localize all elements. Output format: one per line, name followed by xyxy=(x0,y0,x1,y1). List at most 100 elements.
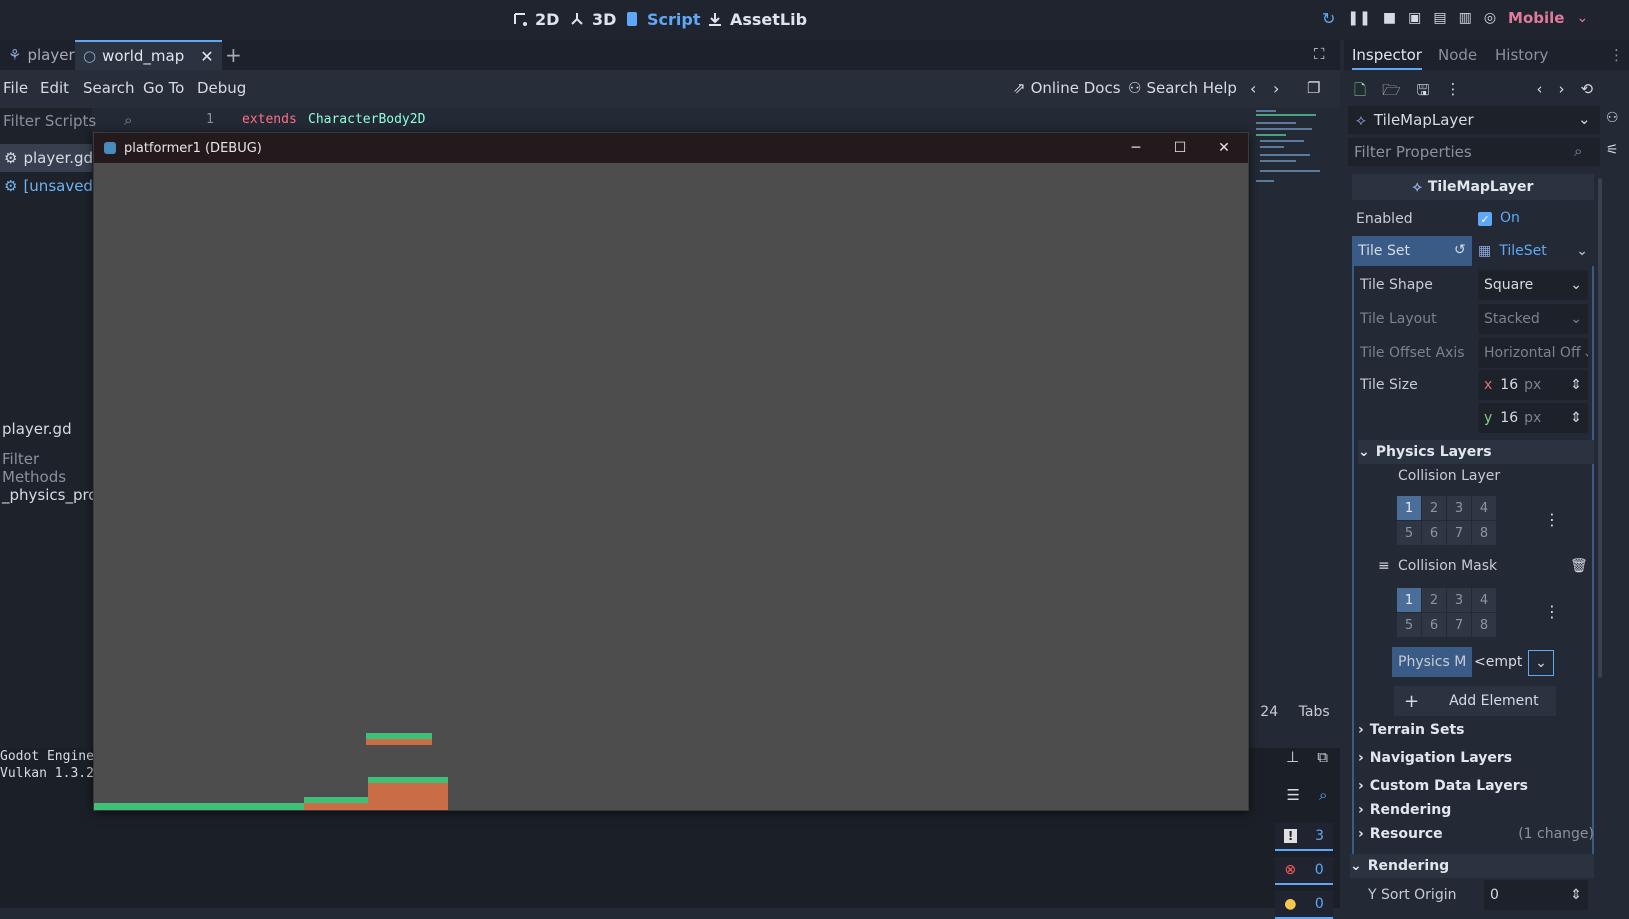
tab-2d[interactable]: 2D xyxy=(510,8,559,30)
menu-debug[interactable]: Debug xyxy=(197,79,246,97)
script-item-unsaved[interactable]: ⚙ [unsaved](*) xyxy=(0,172,92,200)
chevron-down-icon[interactable]: ⌄ xyxy=(1528,650,1554,676)
tab-inspector[interactable]: Inspector xyxy=(1352,46,1422,70)
minimize-button[interactable]: ─ xyxy=(1114,133,1158,163)
pin-icon[interactable]: ⊥ xyxy=(1286,748,1299,772)
tab-script[interactable]: Script xyxy=(622,8,700,30)
distraction-free-icon[interactable]: ⛶ xyxy=(1314,45,1325,63)
game-debug-window[interactable]: platformer1 (DEBUG) ─ ☐ ✕ xyxy=(93,132,1249,811)
tile-size-x-input[interactable]: x 16 px ⇕ xyxy=(1478,370,1588,400)
property-tileset[interactable]: Tile Set ↺ ▦ TileSet ⌄ xyxy=(1352,236,1594,266)
drag-handle-icon[interactable]: ≡ xyxy=(1378,558,1390,574)
tileset-rendering-section[interactable]: › Rendering xyxy=(1358,802,1451,818)
debug-window-titlebar[interactable]: platformer1 (DEBUG) ─ ☐ ✕ xyxy=(94,133,1248,163)
new-resource-icon[interactable]: 🗋 xyxy=(1354,80,1366,100)
close-icon[interactable]: ✕ xyxy=(200,47,213,66)
float-window-icon[interactable]: ❐ xyxy=(1307,79,1320,97)
menu-edit[interactable]: Edit xyxy=(40,79,69,97)
more-icon[interactable]: ⋮ xyxy=(1445,80,1460,100)
tab-player[interactable]: ⚘ player xyxy=(0,40,83,70)
layer-bit-4[interactable]: 4 xyxy=(1472,496,1496,520)
property-settings-icon[interactable]: ⚟ xyxy=(1606,142,1619,158)
code-editor[interactable]: 1 extends CharacterBody2D xyxy=(148,108,1340,128)
layer-bit-7[interactable]: 7 xyxy=(1447,521,1471,545)
tab-history[interactable]: History xyxy=(1495,46,1548,64)
more-icon[interactable]: ⋮ xyxy=(1544,510,1560,529)
custom-data-layers-section[interactable]: › Custom Data Layers xyxy=(1358,778,1528,794)
search-icon[interactable]: ⌕ xyxy=(1319,786,1327,810)
tile-layout-select[interactable]: Stacked ⌄ xyxy=(1478,304,1588,334)
tab-3d[interactable]: 3D xyxy=(567,8,616,30)
play-custom-icon[interactable]: ▥ xyxy=(1459,10,1472,26)
filter-list-icon[interactable]: ☰ xyxy=(1287,786,1300,810)
mask-bit-6[interactable]: 6 xyxy=(1422,613,1446,637)
tile-size-y-input[interactable]: y 16 px ⇕ xyxy=(1478,403,1588,433)
physics-material-value[interactable]: <empt xyxy=(1474,647,1528,677)
layer-bit-2[interactable]: 2 xyxy=(1422,496,1446,520)
layer-bit-1[interactable]: 1 xyxy=(1397,496,1421,520)
maximize-button[interactable]: ☐ xyxy=(1158,133,1202,163)
mask-bit-1[interactable]: 1 xyxy=(1397,588,1421,612)
revert-icon[interactable]: ↺ xyxy=(1454,242,1466,258)
trash-icon[interactable]: 🗑 xyxy=(1570,558,1588,574)
history-back-icon[interactable]: ‹ xyxy=(1250,79,1256,98)
movie-icon[interactable]: ◎ xyxy=(1484,10,1496,26)
mask-bit-4[interactable]: 4 xyxy=(1472,588,1496,612)
back-icon[interactable]: ‹ xyxy=(1536,80,1542,100)
tab-assetlib[interactable]: AssetLib xyxy=(705,8,807,30)
mask-bit-8[interactable]: 8 xyxy=(1472,613,1496,637)
mask-bit-2[interactable]: 2 xyxy=(1422,588,1446,612)
forward-icon[interactable]: › xyxy=(1558,80,1564,100)
add-tab-icon[interactable]: + xyxy=(225,43,242,67)
indent-mode[interactable]: Tabs xyxy=(1299,704,1330,720)
reload-icon[interactable]: ↻ xyxy=(1322,9,1335,28)
menu-goto[interactable]: Go To xyxy=(143,79,184,97)
renderer-select[interactable]: Mobile xyxy=(1508,9,1564,27)
enabled-checkbox[interactable]: ✓ xyxy=(1478,212,1492,226)
tab-node[interactable]: Node xyxy=(1438,46,1477,64)
filter-scripts-input[interactable]: Filter Scripts ⌕ xyxy=(0,108,148,134)
save-icon[interactable]: 🖫 xyxy=(1417,80,1430,100)
menu-search[interactable]: Search xyxy=(83,79,135,97)
filter-properties-input[interactable]: Filter Properties ⌕ xyxy=(1348,138,1600,166)
filter-methods-input[interactable]: Filter Methods xyxy=(2,450,92,486)
code-minimap[interactable] xyxy=(1252,108,1332,198)
rendering-section[interactable]: ⌄ Rendering xyxy=(1350,854,1594,878)
tile-shape-select[interactable]: Square ⌄ xyxy=(1478,270,1588,300)
dock-menu-icon[interactable]: ⋮ xyxy=(1609,46,1624,64)
layer-bit-5[interactable]: 5 xyxy=(1397,521,1421,545)
node-selector[interactable]: ⟡ TileMapLayer ⌄ xyxy=(1348,106,1600,134)
layer-bit-6[interactable]: 6 xyxy=(1422,521,1446,545)
inspector-scrollbar[interactable] xyxy=(1598,178,1602,678)
layer-bit-8[interactable]: 8 xyxy=(1472,521,1496,545)
open-folder-icon[interactable]: 🗁 xyxy=(1382,80,1401,100)
tile-offset-axis-select[interactable]: Horizontal Off⌄ xyxy=(1478,338,1588,368)
add-element-button[interactable]: + Add Element xyxy=(1394,686,1556,716)
mask-bit-3[interactable]: 3 xyxy=(1447,588,1471,612)
close-window-button[interactable]: ✕ xyxy=(1202,133,1246,163)
search-help-button[interactable]: ⚇ Search Help xyxy=(1128,79,1237,97)
object-history-icon[interactable]: ⟲ xyxy=(1580,80,1593,100)
warnings-filter-button[interactable]: ! 3 xyxy=(1275,823,1333,851)
stop-icon[interactable]: ■ xyxy=(1383,10,1396,26)
copy-icon[interactable]: ⧉ xyxy=(1317,748,1328,772)
y-sort-origin-input[interactable]: 0 ⇕ xyxy=(1484,880,1588,910)
tab-world-map[interactable]: ○ world_map ✕ xyxy=(75,40,222,70)
errors-filter-button[interactable]: ⊗ 0 xyxy=(1275,857,1333,885)
pause-icon[interactable]: ❚❚ xyxy=(1347,10,1370,26)
spinner-icon[interactable]: ⇕ xyxy=(1570,377,1582,393)
layer-bit-3[interactable]: 3 xyxy=(1447,496,1471,520)
info-filter-button[interactable]: ● 0 xyxy=(1275,891,1333,919)
physics-layers-section[interactable]: ⌄ Physics Layers xyxy=(1358,440,1594,464)
history-forward-icon[interactable]: › xyxy=(1273,79,1279,98)
remote-debug-icon[interactable]: ▣ xyxy=(1408,10,1421,26)
play-scene-icon[interactable]: ▤ xyxy=(1433,10,1446,26)
terrain-sets-section[interactable]: › Terrain Sets xyxy=(1358,722,1464,738)
tileset-resource-picker[interactable]: ▦ TileSet ⌄ xyxy=(1472,236,1594,266)
mask-bit-5[interactable]: 5 xyxy=(1397,613,1421,637)
navigation-layers-section[interactable]: › Navigation Layers xyxy=(1358,750,1512,766)
mask-bit-7[interactable]: 7 xyxy=(1447,613,1471,637)
more-icon[interactable]: ⋮ xyxy=(1544,602,1560,621)
menu-file[interactable]: File xyxy=(3,79,28,97)
node-settings-icon[interactable]: ⚇ xyxy=(1606,110,1619,126)
